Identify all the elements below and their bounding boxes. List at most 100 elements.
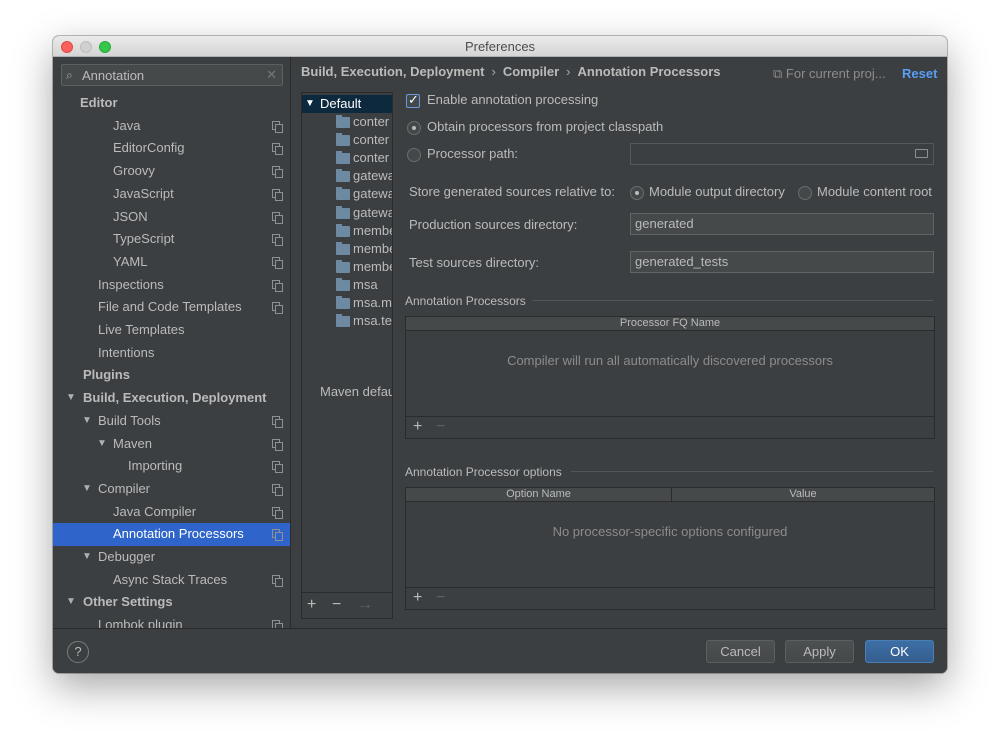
sidebar-item-other-settings[interactable]: ▼ Other Settings — [53, 591, 290, 614]
sidebar-item-importing[interactable]: Importing — [53, 455, 290, 478]
module-folder-icon — [336, 277, 350, 291]
sidebar-item-label: Java Compiler — [113, 503, 197, 519]
sidebar-item-build-execution-deployment[interactable]: ▼ Build, Execution, Deployment — [53, 387, 290, 410]
add-processor-button[interactable]: + — [413, 418, 422, 436]
sidebar-item-intentions[interactable]: Intentions — [53, 342, 290, 365]
module-item[interactable]: gatewa — [336, 167, 392, 185]
add-option-button[interactable]: + — [413, 589, 422, 607]
sidebar-item-typescript[interactable]: TypeScript — [53, 228, 290, 251]
expand-arrow-icon[interactable]: ▼ — [82, 478, 92, 500]
project-scope-icon — [272, 483, 283, 496]
module-folder-icon — [336, 223, 350, 237]
processor-path-label: Processor path: — [427, 146, 519, 161]
sidebar-item-label: EditorConfig — [113, 140, 185, 156]
module-output-directory-radio[interactable] — [630, 186, 644, 200]
sidebar-item-build-tools[interactable]: ▼ Build Tools — [53, 410, 290, 433]
sidebar-item-label: YAML — [113, 253, 148, 269]
module-item[interactable]: gatewa — [336, 185, 393, 203]
module-item[interactable]: msa — [336, 276, 392, 294]
sidebar-item-javascript[interactable]: JavaScript — [53, 183, 290, 206]
module-item-label: membe — [353, 222, 393, 238]
sidebar-item-label: TypeScript — [113, 231, 175, 247]
sidebar-item-java[interactable]: Java — [53, 115, 290, 138]
module-item-label: gatewa — [353, 186, 393, 202]
remove-option-button[interactable]: − — [436, 589, 445, 607]
cancel-button[interactable]: Cancel — [706, 640, 775, 663]
breadcrumb-separator: › — [566, 64, 571, 79]
project-scope-icon — [272, 211, 283, 224]
profile-default[interactable]: ▼ Default — [302, 95, 392, 113]
sidebar-item-compiler[interactable]: ▼ Compiler — [53, 478, 290, 501]
add-profile-button[interactable]: + — [307, 596, 316, 614]
sidebar-item-label: Inspections — [98, 276, 164, 292]
apply-button[interactable]: Apply — [785, 640, 854, 663]
option-name-column-header[interactable]: Option Name — [406, 488, 672, 502]
test-sources-field[interactable]: generated_tests — [630, 251, 934, 273]
remove-processor-button[interactable]: − — [436, 418, 445, 436]
value-column-header[interactable]: Value — [672, 488, 934, 502]
module-folder-icon — [336, 187, 350, 201]
expand-arrow-icon[interactable]: ▼ — [66, 387, 76, 409]
project-scope-icon — [272, 188, 283, 201]
processor-path-radio[interactable] — [407, 148, 421, 162]
module-item[interactable]: conter — [336, 113, 392, 131]
expand-arrow-icon[interactable]: ▼ — [82, 546, 92, 568]
sidebar-item-inspections[interactable]: Inspections — [53, 274, 290, 297]
sidebar-item-groovy[interactable]: Groovy — [53, 160, 290, 183]
project-scope-icon — [272, 166, 283, 179]
module-item[interactable]: msa.m — [336, 294, 392, 312]
production-sources-field[interactable]: generated — [630, 213, 934, 235]
remove-profile-button[interactable]: − — [332, 596, 341, 614]
module-folder-icon — [336, 259, 350, 273]
processor-path-field[interactable] — [630, 143, 934, 165]
project-scope-icon — [272, 143, 283, 156]
settings-search-input[interactable]: ⌕ Annotation ✕ — [61, 64, 283, 86]
module-folder-icon — [336, 296, 350, 309]
sidebar-item-editor[interactable]: Editor — [53, 92, 290, 115]
processor-fq-name-column-header[interactable]: Processor FQ Name — [406, 317, 934, 331]
module-item[interactable]: membe — [336, 258, 392, 276]
expand-arrow-icon[interactable]: ▼ — [82, 410, 92, 432]
help-button[interactable]: ? — [67, 641, 89, 663]
sidebar-item-label: JavaScript — [113, 185, 174, 201]
module-item[interactable]: gatewa — [336, 204, 392, 222]
sidebar-item-debugger[interactable]: ▼ Debugger — [53, 546, 290, 569]
sidebar-item-plugins[interactable]: Plugins — [53, 364, 290, 387]
move-module-button[interactable]: → — [357, 596, 373, 614]
clear-search-icon[interactable]: ✕ — [266, 67, 277, 83]
breadcrumb: Build, Execution, Deployment › Compiler › An… — [301, 64, 721, 79]
project-scope-icon — [272, 256, 283, 269]
module-item[interactable]: conter — [336, 149, 392, 167]
sidebar-item-java-compiler[interactable]: Java Compiler — [53, 501, 290, 524]
profile-maven-default[interactable]: Maven defau — [320, 383, 392, 401]
expand-arrow-icon[interactable]: ▼ — [66, 591, 76, 613]
sidebar-item-live-templates[interactable]: Live Templates — [53, 319, 290, 342]
reset-link[interactable]: Reset — [902, 66, 937, 81]
sidebar-item-maven[interactable]: ▼ Maven — [53, 433, 290, 456]
module-item[interactable]: conter — [336, 131, 392, 149]
obtain-from-classpath-radio[interactable] — [407, 121, 421, 135]
sidebar-item-editorconfig[interactable]: EditorConfig — [53, 137, 290, 160]
module-item[interactable]: msa.te — [336, 312, 392, 330]
sidebar-item-async-stack-traces[interactable]: Async Stack Traces — [53, 569, 290, 592]
module-content-root-radio[interactable] — [798, 186, 812, 200]
sidebar-item-annotation-processors[interactable]: Annotation Processors — [53, 523, 290, 546]
module-item-label: conter — [353, 150, 390, 166]
module-folder-icon — [336, 241, 350, 255]
sidebar-item-yaml[interactable]: YAML — [53, 251, 290, 274]
enable-annotation-processing-checkbox[interactable] — [406, 92, 420, 108]
sidebar-item-file-and-code-templates[interactable]: File and Code Templates — [53, 296, 290, 319]
breadcrumb-compiler: Compiler — [502, 64, 560, 79]
expand-arrow-icon[interactable]: ▼ — [97, 433, 107, 455]
sidebar-item-label: Build, Execution, Deployment — [83, 390, 267, 406]
module-item[interactable]: membe — [336, 222, 393, 240]
module-item[interactable]: membe — [336, 240, 392, 258]
module-item-label: conter — [353, 132, 390, 148]
sidebar-item-json[interactable]: JSON — [53, 206, 290, 229]
annotation-processors-table: Processor FQ Name Compiler will run all … — [405, 316, 935, 439]
folder-browse-icon[interactable] — [915, 149, 928, 158]
expand-arrow-icon[interactable]: ▼ — [305, 95, 315, 113]
project-scope-icon — [272, 438, 283, 451]
profile-default-label: Default — [320, 96, 362, 111]
ok-button[interactable]: OK — [865, 640, 934, 663]
